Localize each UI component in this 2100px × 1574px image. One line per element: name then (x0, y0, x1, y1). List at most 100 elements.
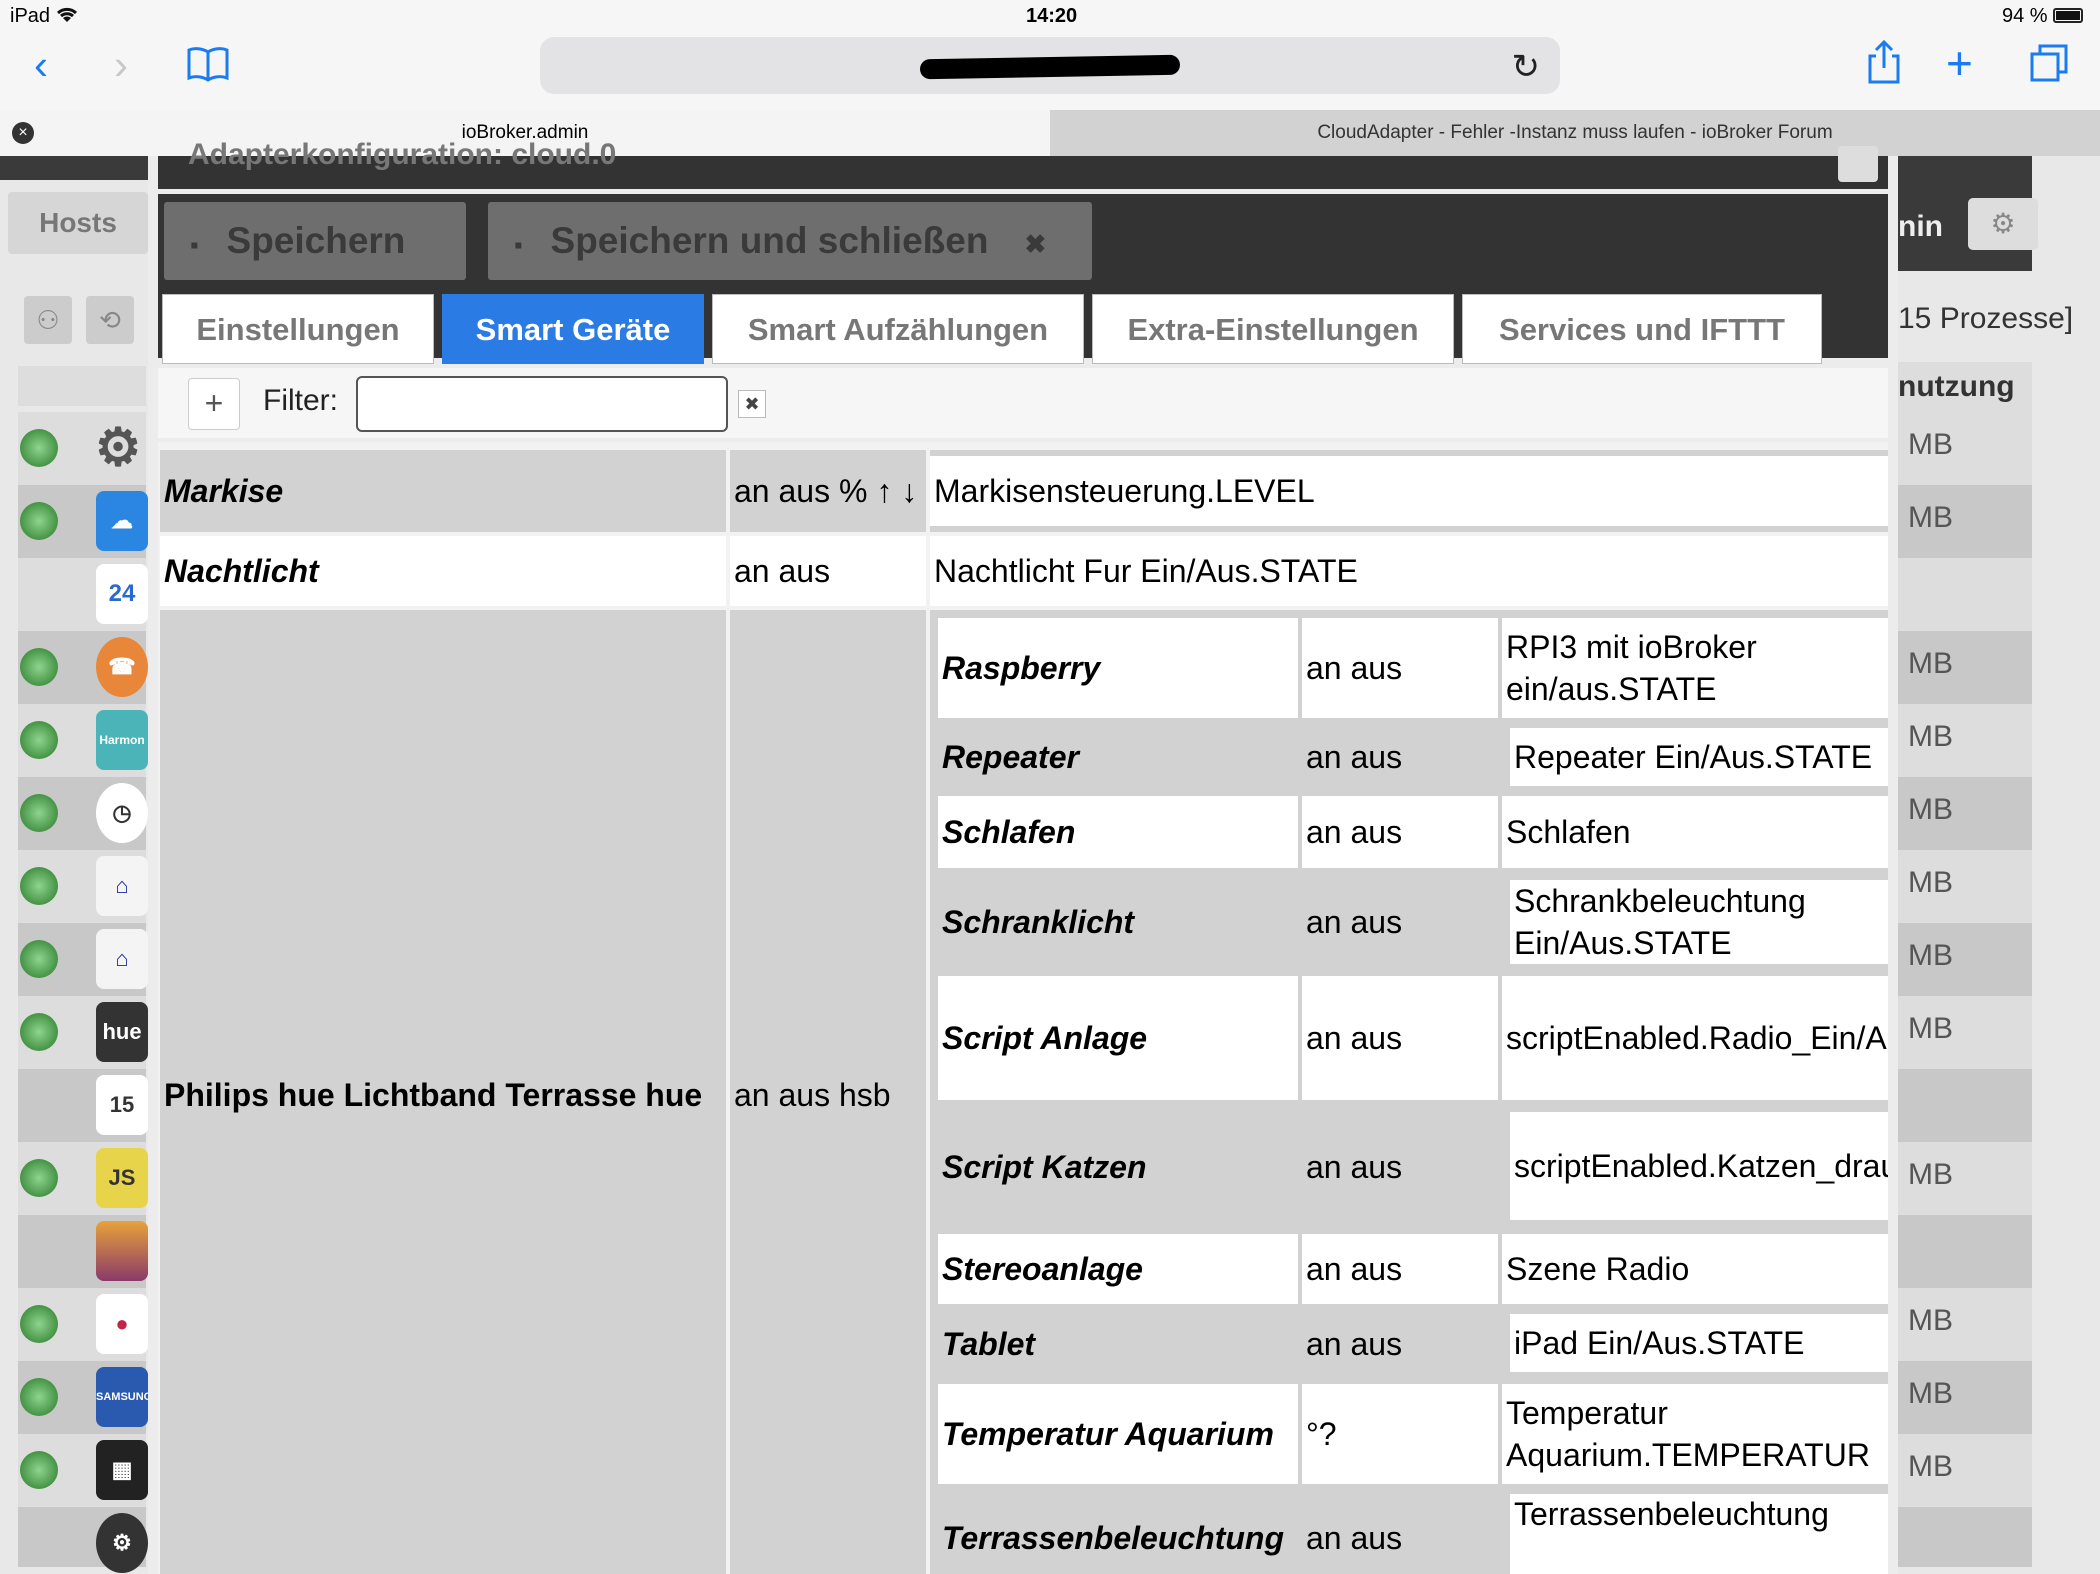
clear-filter-icon[interactable]: ✖ (738, 390, 766, 418)
status-led (20, 429, 58, 467)
member-object[interactable]: Repeater Ein/Aus.STATE (1510, 728, 1888, 786)
filter-bar: + Filter: ✖ (158, 368, 1888, 438)
status-led (20, 502, 58, 540)
member-actions: an aus (1302, 976, 1498, 1100)
status-led (20, 1451, 58, 1489)
reload-icon[interactable]: ↻ (1512, 47, 1541, 87)
status-led (20, 1378, 58, 1416)
instance-row (18, 1215, 148, 1288)
floppy-icon: ▪ (190, 232, 199, 259)
dialog-titlebar: Adapterkonfiguration: cloud.0 (158, 138, 1888, 189)
memory-cell: MB (1898, 704, 2032, 777)
floppy-icon: ▪ (514, 232, 523, 259)
refresh-icon[interactable]: ⟲ (86, 296, 134, 344)
instance-row: ⚙ (18, 412, 146, 485)
memory-cell: MB (1898, 1361, 2032, 1434)
clock-icon: ◷ (96, 783, 148, 843)
chart-icon (96, 1221, 148, 1281)
close-icon: ✖ (1024, 229, 1047, 259)
member-object[interactable]: Terrassenbeleuchtung (1510, 1494, 1888, 1574)
calendar-icon: 24 (96, 564, 148, 624)
member-name: Tablet (938, 1308, 1298, 1380)
adapter-config-dialog: Adapterkonfiguration: cloud.0 ▪ Speichern… (148, 138, 1898, 1574)
process-count: 15 Prozesse] (1898, 302, 2074, 335)
tab-smart-aufzaehlungen[interactable]: Smart Aufzählungen (712, 294, 1084, 364)
memory-cell (1898, 1215, 2032, 1288)
member-object[interactable]: Temperatur Aquarium.TEMPERATUR (1502, 1384, 1888, 1484)
add-icon[interactable]: + (188, 378, 240, 430)
status-led (20, 1159, 58, 1197)
member-object[interactable]: RPI3 mit ioBroker ein/aus.STATE (1502, 618, 1888, 718)
tab-smart-geraete[interactable]: Smart Geräte (442, 294, 704, 364)
new-tab-icon[interactable]: + (1946, 40, 1973, 86)
member-actions: an aus (1302, 618, 1498, 718)
member-object-cell: Terrassenbeleuchtung (1502, 1488, 1888, 1574)
memory-cell: MB (1898, 1288, 2032, 1361)
group-members: Raspberry an aus RPI3 mit ioBroker ein/a… (930, 610, 1888, 1574)
dialog-title: Adapterkonfiguration: cloud.0 (188, 138, 617, 171)
device-actions: an aus (730, 536, 926, 606)
user-icon[interactable]: ⚇ (24, 296, 72, 344)
user-label: nin (1898, 210, 1943, 243)
back-icon[interactable]: ‹ (34, 44, 48, 86)
member-object[interactable]: Schlafen (1502, 796, 1888, 868)
member-actions: an aus (1302, 1104, 1498, 1230)
battery-percent: 94 % (2002, 5, 2048, 27)
address-bar[interactable]: ↻ (540, 37, 1560, 94)
memory-cell (1898, 1069, 2032, 1142)
admin-header (0, 156, 150, 180)
close-dialog-icon[interactable] (1838, 146, 1878, 182)
member-object[interactable]: Szene Radio (1502, 1234, 1888, 1304)
bookmarks-icon[interactable] (186, 46, 230, 87)
save-button[interactable]: ▪ Speichern (164, 202, 466, 280)
browser-tab-inactive[interactable]: CloudAdapter - Fehler -Instanz muss lauf… (1050, 110, 2100, 156)
device-name: Markise (160, 450, 726, 532)
memory-cell (1898, 1507, 2032, 1567)
save-close-button[interactable]: ▪ Speichern und schließen ✖ (488, 202, 1092, 280)
instance-row: ⚙ (18, 1507, 148, 1573)
status-led (20, 1305, 58, 1343)
instance-row: 15 (18, 1069, 148, 1142)
device-object[interactable]: Nachtlicht Fur Ein/Aus.STATE (930, 536, 1888, 606)
instance-row: ● (18, 1288, 148, 1361)
device-name: Nachtlicht (160, 536, 726, 606)
hosts-tab[interactable]: Hosts (8, 192, 148, 254)
member-name: Stereoanlage (938, 1234, 1298, 1304)
tab-einstellungen[interactable]: Einstellungen (162, 294, 434, 364)
member-object[interactable]: Schrankbeleuchtung Ein/Aus.STATE (1510, 880, 1888, 964)
device-object[interactable]: Markisensteuerung.LEVEL (930, 456, 1888, 526)
wifi-icon (54, 4, 80, 30)
share-icon[interactable] (1866, 39, 1902, 91)
member-actions: an aus (1302, 872, 1498, 972)
status-led (20, 648, 58, 686)
tabs-overview-icon[interactable] (2030, 44, 2070, 89)
device-name: iPad (10, 5, 51, 27)
member-object[interactable]: iPad Ein/Aus.STATE (1510, 1314, 1888, 1372)
forward-icon[interactable]: › (114, 44, 128, 86)
instance-row: ⌂ (18, 923, 148, 996)
member-object[interactable]: scriptEnabled.Radio_Ein/Aus (1502, 976, 1888, 1100)
member-object[interactable]: scriptEnabled.Katzen_draußen (1510, 1112, 1888, 1220)
tab-extra-einstellungen[interactable]: Extra-Einstellungen (1092, 294, 1454, 364)
memory-cell: MB (1898, 631, 2032, 704)
member-name: Schranklicht (938, 872, 1298, 972)
clapperboard-icon: ▦ (96, 1440, 148, 1500)
filter-input[interactable] (356, 376, 728, 432)
instance-row: Harmon (18, 704, 148, 777)
member-object-cell: iPad Ein/Aus.STATE (1502, 1308, 1888, 1380)
status-led (20, 794, 58, 832)
instance-row: ☎ (18, 631, 148, 704)
member-name: Schlafen (938, 796, 1298, 868)
browser-toolbar: ‹ › ↻ + (0, 32, 2100, 110)
member-actions: °? (1302, 1384, 1498, 1484)
status-led (20, 940, 58, 978)
settings-gear-icon[interactable]: ⚙ (1968, 198, 2038, 250)
tab-services-ifttt[interactable]: Services und IFTTT (1462, 294, 1822, 364)
memory-cell: MB (1898, 850, 2032, 923)
memory-cell: MB (1898, 923, 2032, 996)
redacted-url (919, 54, 1181, 80)
member-name: Script Anlage (938, 976, 1298, 1100)
harmony-icon: Harmon (96, 710, 148, 770)
column-header: nutzung (1898, 362, 2032, 412)
clock: 14:20 (1026, 5, 1078, 27)
